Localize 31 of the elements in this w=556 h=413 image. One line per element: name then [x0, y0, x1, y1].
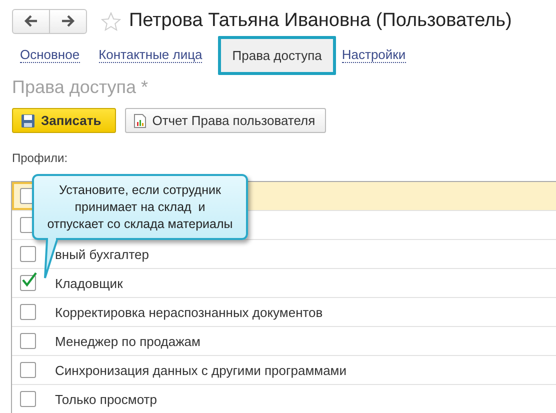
table-row[interactable]: Кладовщик [12, 269, 556, 298]
profile-name: Корректировка нераспознанных документов [55, 304, 323, 320]
save-button[interactable]: Записать [12, 108, 116, 133]
profiles-label: Профили: [12, 151, 69, 167]
table-row[interactable]: Корректировка нераспознанных документов [12, 298, 556, 327]
table-row[interactable]: Синхронизация данных с другими программами [12, 356, 556, 385]
profile-name: Менеджер по продажам [55, 334, 200, 348]
tab[interactable]: Контактные лица [98, 47, 202, 63]
report-icon [134, 114, 146, 128]
tab[interactable]: Права доступа [218, 36, 336, 74]
profile-name: Только просмотр [55, 392, 157, 406]
forward-arrow-icon [61, 15, 75, 27]
checkbox[interactable] [20, 362, 36, 378]
profile-name: Кладовщик [55, 276, 123, 290]
section-title: Права доступа * [12, 76, 150, 99]
checkbox[interactable] [20, 246, 36, 262]
profile-name: Синхронизация данных с другими программами [55, 362, 347, 378]
back-arrow-icon [24, 15, 38, 27]
checkbox[interactable] [20, 333, 36, 349]
tab[interactable]: Настройки [342, 47, 406, 63]
tab[interactable]: Основное [20, 47, 80, 63]
profile-name: вный бухгалтер [55, 246, 150, 262]
checkbox[interactable] [20, 391, 36, 407]
report-button[interactable]: Отчет Права пользователя [125, 108, 326, 133]
star-icon[interactable] [101, 12, 121, 30]
checkbox[interactable] [20, 275, 36, 291]
window-title: Петрова Татьяна Ивановна (Пользователь) [129, 10, 512, 32]
table-row[interactable]: Менеджер по продажам [12, 327, 556, 356]
tooltip: Установите, если сотрудник принимает на склад и отпускает со склада материалы [32, 174, 248, 240]
checkbox[interactable] [20, 304, 36, 320]
table-row[interactable]: Только просмотр [12, 385, 556, 413]
